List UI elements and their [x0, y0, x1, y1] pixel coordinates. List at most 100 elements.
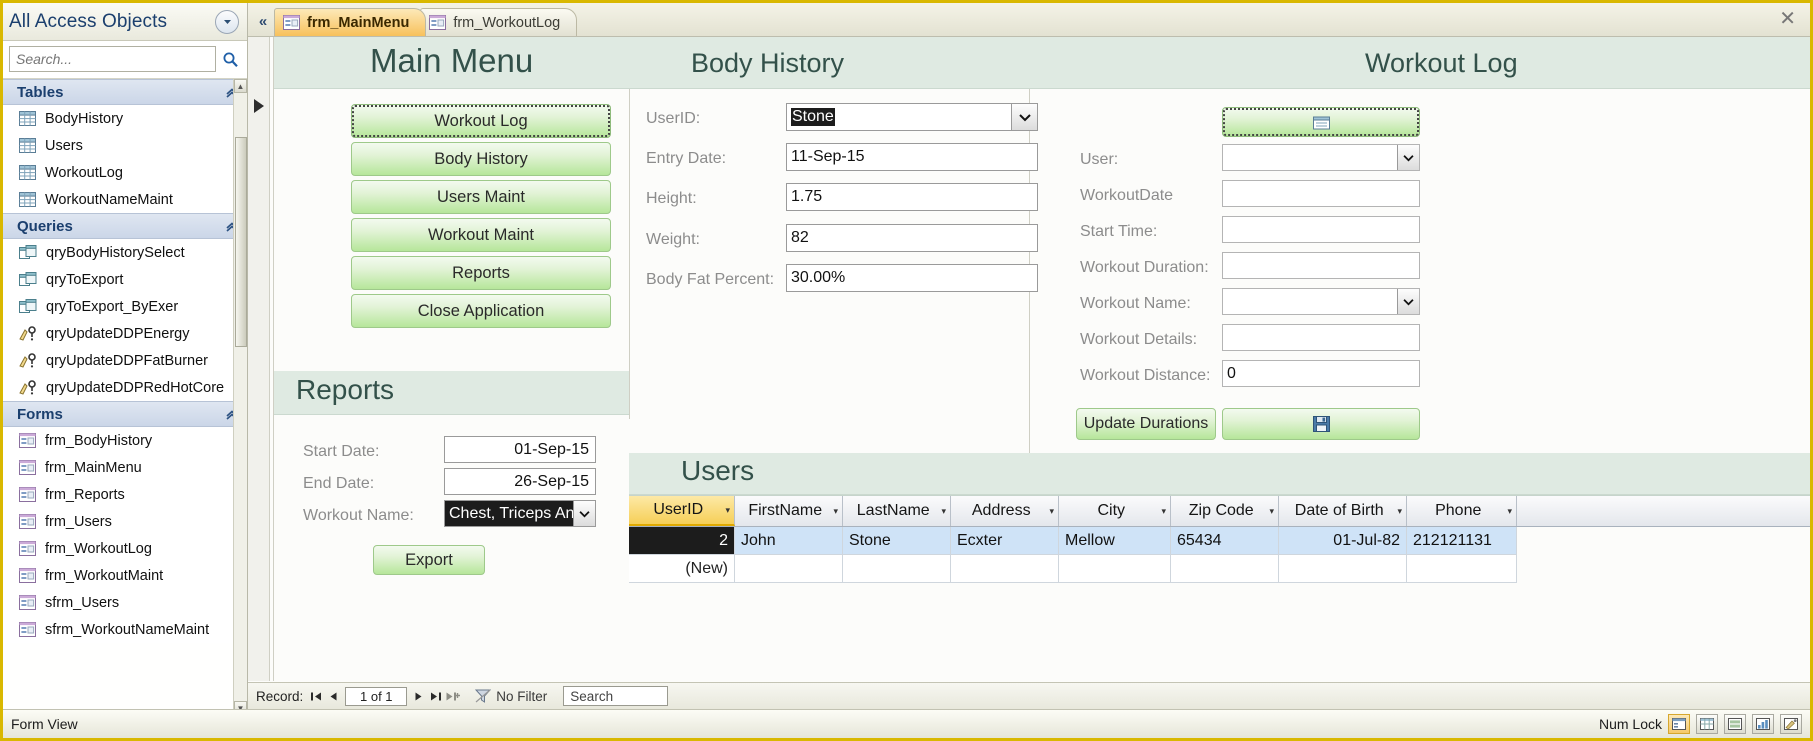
userid-combo[interactable]: Stone [786, 103, 1038, 131]
workout-name-combo[interactable] [1222, 288, 1420, 315]
datasheet-view-icon[interactable] [1696, 714, 1718, 734]
workout-details-field[interactable] [1222, 324, 1420, 351]
chevron-down-icon[interactable]: ▾ [833, 506, 838, 517]
nav-item-sfrm-users[interactable]: sfrm_Users [3, 589, 247, 616]
cell-firstname-new[interactable] [735, 555, 843, 583]
new-record-button[interactable] [1222, 107, 1420, 137]
nav-item-qrytoexport-byexer[interactable]: qryToExport_ByExer [3, 293, 247, 320]
workout-duration-field[interactable] [1222, 252, 1420, 279]
cell-userid[interactable]: 2 [629, 527, 735, 555]
new-record-button-nav[interactable] [444, 687, 461, 706]
user-combo[interactable] [1222, 144, 1420, 171]
chevron-down-icon[interactable]: ▾ [1269, 506, 1274, 517]
nav-group-queries[interactable]: Queries [3, 213, 247, 239]
nav-item-workoutlog[interactable]: WorkoutLog [3, 159, 247, 186]
save-record-button[interactable] [1222, 408, 1420, 440]
last-record-button[interactable] [427, 687, 444, 706]
form-view-icon[interactable] [1668, 714, 1690, 734]
table-row[interactable]: 2 John Stone Ecxter Mellow 65434 01-Jul-… [629, 527, 1810, 555]
cell-city[interactable]: Mellow [1059, 527, 1171, 555]
nav-item-workoutnamemaint[interactable]: WorkoutNameMaint [3, 186, 247, 213]
record-selector-gutter[interactable] [248, 37, 270, 681]
users-maint-button[interactable]: Users Maint [351, 180, 611, 214]
navigation-pane-header[interactable]: All Access Objects [3, 3, 247, 41]
reports-button[interactable]: Reports [351, 256, 611, 290]
chevron-down-icon[interactable] [215, 9, 239, 34]
cell-dateofbirth[interactable]: 01-Jul-82 [1279, 527, 1407, 555]
cell-address-new[interactable] [951, 555, 1059, 583]
chevron-down-icon[interactable]: ▾ [1161, 506, 1166, 517]
column-header-address[interactable]: Address ▾ [951, 496, 1059, 526]
chevron-down-icon[interactable] [1397, 145, 1419, 170]
cell-zipcode-new[interactable] [1171, 555, 1279, 583]
nav-item-qryupdateddpenergy[interactable]: qryUpdateDDPEnergy [3, 320, 247, 347]
weight-field[interactable]: 82 [786, 224, 1038, 252]
chevron-down-icon[interactable]: ▾ [725, 505, 730, 516]
start-date-field[interactable]: 01-Sep-15 [444, 436, 596, 463]
nav-item-frm-reports[interactable]: frm_Reports [3, 481, 247, 508]
chevron-down-icon[interactable]: ▾ [941, 506, 946, 517]
nav-item-frm-users[interactable]: frm_Users [3, 508, 247, 535]
body-fat-percent-field[interactable]: 30.00% [786, 264, 1038, 292]
nav-item-qrybodyhistoryselect[interactable]: qryBodyHistorySelect [3, 239, 247, 266]
column-header-userid[interactable]: UserID ▾ [629, 496, 735, 526]
nav-item-frm-workoutmaint[interactable]: frm_WorkoutMaint [3, 562, 247, 589]
start-time-field[interactable] [1222, 216, 1420, 243]
chevron-down-icon[interactable] [573, 501, 595, 526]
body-history-button[interactable]: Body History [351, 142, 611, 176]
cell-firstname[interactable]: John [735, 527, 843, 555]
tab-frm-mainmenu[interactable]: frm_MainMenu [274, 8, 427, 36]
column-header-lastname[interactable]: LastName ▾ [843, 496, 951, 526]
workout-maint-button[interactable]: Workout Maint [351, 218, 611, 252]
record-position-input[interactable]: 1 of 1 [345, 686, 408, 706]
users-datasheet[interactable]: UserID ▾ FirstName ▾ LastName ▾ Address ▾ Ci… [629, 495, 1810, 583]
workoutdate-field[interactable] [1222, 180, 1420, 207]
column-header-city[interactable]: City ▾ [1059, 496, 1171, 526]
navigation-pane-scrollbar[interactable]: ▲ ▼ [233, 79, 247, 715]
record-search-input[interactable]: Search [563, 686, 669, 706]
column-header-firstname[interactable]: FirstName ▾ [735, 496, 843, 526]
nav-item-bodyhistory[interactable]: BodyHistory [3, 105, 247, 132]
close-icon[interactable]: ✕ [1779, 6, 1796, 31]
cell-dateofbirth-new[interactable] [1279, 555, 1407, 583]
filter-status[interactable]: No Filter [475, 689, 547, 704]
scroll-up-arrow-icon[interactable]: ▲ [234, 79, 247, 93]
cell-city-new[interactable] [1059, 555, 1171, 583]
pivot-view-icon[interactable] [1752, 714, 1774, 734]
nav-group-forms[interactable]: Forms [3, 401, 247, 427]
nav-group-tables[interactable]: Tables [3, 79, 247, 105]
cell-phone[interactable]: 212121131 [1407, 527, 1517, 555]
column-header-dateofbirth[interactable]: Date of Birth ▾ [1279, 496, 1407, 526]
cell-zipcode[interactable]: 65434 [1171, 527, 1279, 555]
collapse-nav-pane-button[interactable]: « [252, 6, 274, 36]
chevron-down-icon[interactable]: ▾ [1049, 506, 1054, 517]
cell-address[interactable]: Ecxter [951, 527, 1059, 555]
search-icon[interactable] [219, 48, 241, 70]
entry-date-field[interactable]: 11-Sep-15 [786, 143, 1038, 171]
chevron-down-icon[interactable]: ▾ [1397, 506, 1402, 517]
cell-phone-new[interactable] [1407, 555, 1517, 583]
workout-log-button[interactable]: Workout Log [351, 104, 611, 138]
column-header-zipcode[interactable]: Zip Code ▾ [1171, 496, 1279, 526]
end-date-field[interactable]: 26-Sep-15 [444, 468, 596, 495]
report-workout-name-combo[interactable]: Chest, Triceps An [444, 500, 596, 527]
cell-new-record[interactable]: (New) [629, 555, 735, 583]
nav-item-frm-bodyhistory[interactable]: frm_BodyHistory [3, 427, 247, 454]
tab-frm-workoutlog[interactable]: frm_WorkoutLog [420, 8, 578, 36]
design-view-icon[interactable] [1780, 714, 1802, 734]
table-row-new[interactable]: (New) [629, 555, 1810, 583]
height-field[interactable]: 1.75 [786, 183, 1038, 211]
export-button[interactable]: Export [373, 545, 485, 575]
search-input[interactable] [9, 46, 216, 72]
first-record-button[interactable] [308, 687, 325, 706]
nav-item-frm-mainmenu[interactable]: frm_MainMenu [3, 454, 247, 481]
chevron-down-icon[interactable] [1397, 289, 1419, 314]
layout-view-icon[interactable] [1724, 714, 1746, 734]
chevron-down-icon[interactable]: ▾ [1507, 506, 1512, 517]
navigation-object-list[interactable]: Tables BodyHistory Users WorkoutLog Work… [3, 78, 247, 715]
cell-lastname-new[interactable] [843, 555, 951, 583]
update-durations-button[interactable]: Update Durations [1076, 408, 1216, 440]
close-application-button[interactable]: Close Application [351, 294, 611, 328]
nav-item-frm-workoutlog[interactable]: frm_WorkoutLog [3, 535, 247, 562]
column-header-phone[interactable]: Phone ▾ [1407, 496, 1517, 526]
